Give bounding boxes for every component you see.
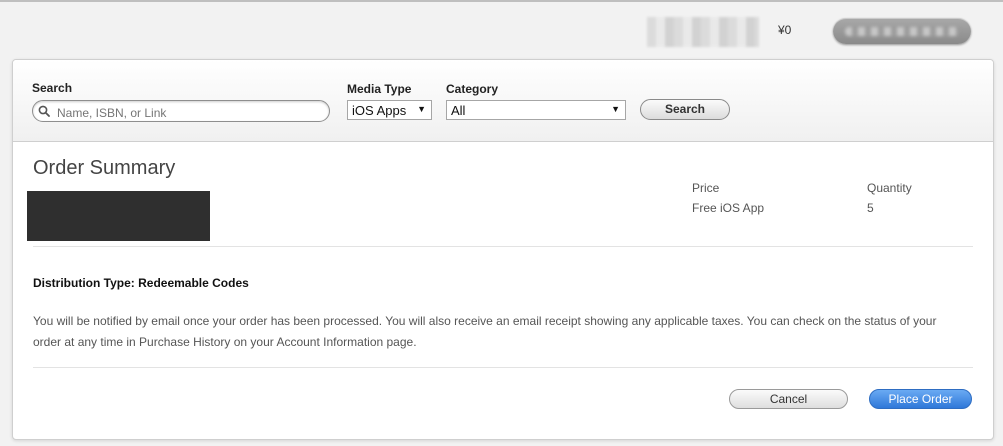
- account-button[interactable]: [833, 18, 971, 44]
- divider: [33, 246, 973, 247]
- category-select[interactable]: All ▼: [446, 100, 626, 120]
- cancel-button[interactable]: Cancel: [729, 389, 848, 409]
- search-button[interactable]: Search: [640, 99, 730, 120]
- distribution-type: Distribution Type: Redeemable Codes: [33, 276, 249, 290]
- search-bar: Search Media Type iOS Apps ▼ Category Al…: [13, 60, 993, 142]
- page-title: Order Summary: [33, 157, 176, 179]
- account-name-redacted: [647, 17, 759, 47]
- price-value: Free iOS App: [692, 201, 765, 215]
- quantity-value: 5: [867, 201, 874, 215]
- category-label: Category: [446, 82, 499, 96]
- place-order-button[interactable]: Place Order: [869, 389, 972, 409]
- divider: [33, 367, 973, 368]
- media-type-select[interactable]: iOS Apps ▼: [347, 100, 432, 120]
- category-value: All: [451, 103, 466, 118]
- price-header: Price: [692, 181, 720, 195]
- account-balance: ¥0: [778, 23, 792, 37]
- quantity-header: Quantity: [867, 181, 912, 195]
- chevron-down-icon: ▼: [417, 104, 426, 114]
- media-type-value: iOS Apps: [352, 103, 407, 118]
- media-type-label: Media Type: [347, 82, 412, 96]
- chevron-down-icon: ▼: [611, 104, 620, 114]
- account-button-label-redacted: [845, 27, 959, 36]
- search-label: Search: [32, 81, 73, 95]
- order-panel: Search Media Type iOS Apps ▼ Category Al…: [12, 59, 994, 440]
- order-notice: You will be notified by email once your …: [33, 314, 937, 349]
- search-input[interactable]: [32, 100, 330, 122]
- app-artwork: [27, 191, 210, 241]
- search-icon: [38, 105, 50, 117]
- top-border: [0, 0, 1003, 2]
